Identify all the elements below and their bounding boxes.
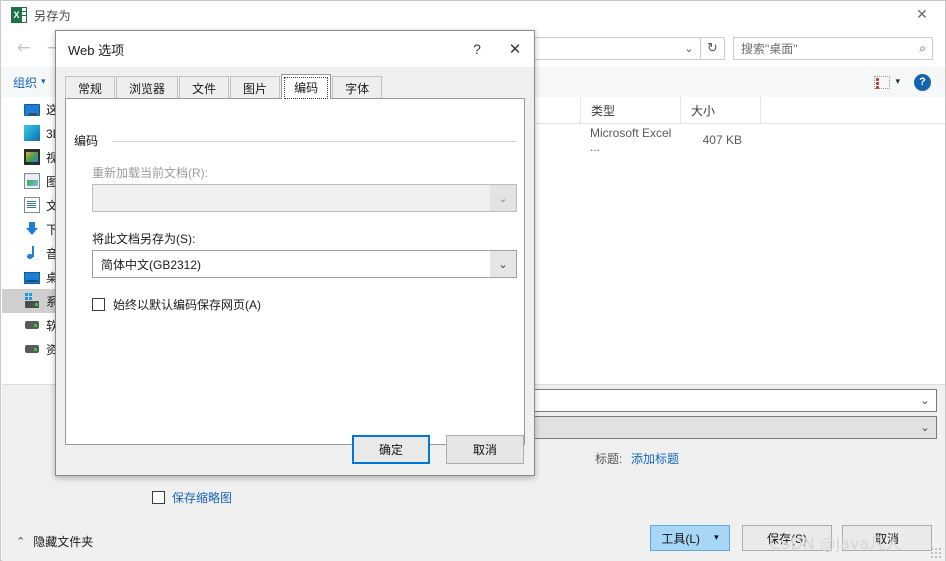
chevron-up-icon: ⌃	[16, 535, 26, 548]
cancel-button[interactable]: 取消	[842, 525, 932, 551]
window-title: 另存为	[34, 8, 71, 23]
film-icon	[24, 149, 40, 165]
dialog-action-bar: ⌃ 隐藏文件夹 工具(L) ▾ 保存(S) 取消	[2, 518, 945, 561]
window-titlebar: X 另存为 ✕	[1, 1, 945, 29]
column-header-type[interactable]: 类型	[580, 97, 680, 123]
tools-button[interactable]: 工具(L) ▾	[650, 525, 730, 551]
encoding-group-title: 编码	[74, 132, 105, 149]
windows-logo-icon	[25, 293, 32, 300]
refresh-icon[interactable]: ↻	[701, 36, 725, 60]
tab-general[interactable]: 常规	[65, 76, 116, 99]
picture-icon	[24, 173, 40, 189]
tab-files[interactable]: 文件	[179, 76, 230, 99]
monitor-icon	[24, 103, 40, 116]
search-icon: ⌕	[919, 40, 926, 55]
organize-label: 组织	[13, 75, 38, 90]
add-title-link[interactable]: 添加标题	[631, 450, 679, 467]
reload-document-label: 重新加载当前文档(R):	[92, 166, 208, 180]
tab-label: 浏览器	[129, 81, 166, 96]
tab-label: 图片	[243, 81, 268, 96]
drive-icon	[24, 317, 40, 333]
reload-document-select: ⌄	[92, 184, 517, 212]
save-thumbnail-label[interactable]: 保存缩略图	[172, 489, 232, 506]
chevron-down-icon[interactable]: ⌄	[914, 421, 936, 434]
save-document-as-label: 将此文档另存为(S):	[92, 232, 196, 246]
save-thumbnail-checkbox[interactable]	[152, 490, 165, 504]
cell-type: Microsoft Excel ...	[590, 126, 672, 154]
dialog-tabstrip: 常规 浏览器 文件 图片 编码 字体	[65, 74, 525, 99]
always-save-default-encoding-row: 始终以默认编码保存网页(A)	[92, 296, 261, 313]
chevron-down-icon: ▾	[41, 77, 46, 87]
help-button[interactable]: ?	[914, 73, 931, 91]
cell-size: 407 KB	[702, 133, 742, 147]
chevron-down-icon[interactable]: ⌄	[914, 394, 936, 407]
save-thumbnail-row: 保存缩略图	[2, 487, 946, 507]
title-label: 标题:	[595, 451, 623, 466]
organize-button[interactable]: 组织 ▾	[13, 74, 46, 91]
tab-label: 字体	[345, 81, 370, 96]
search-placeholder: 搜索"桌面"	[741, 41, 798, 56]
chevron-down-icon: ⌄	[490, 185, 516, 211]
cube-icon	[24, 125, 40, 141]
view-options-button[interactable]: ▾	[874, 75, 900, 89]
music-icon	[24, 245, 40, 261]
column-header-extra[interactable]	[760, 97, 945, 123]
drive-icon	[24, 341, 40, 357]
save-document-as-select[interactable]: 简体中文(GB2312) ⌄	[92, 250, 517, 278]
column-header-size[interactable]: 大小	[680, 97, 760, 123]
dialog-help-icon[interactable]: ?	[458, 31, 496, 67]
window-close-button[interactable]: ✕	[899, 1, 945, 29]
tools-label: 工具(L)	[661, 531, 701, 546]
excel-icon: X	[11, 7, 27, 23]
dialog-title: Web 选项	[68, 42, 125, 58]
dialog-cancel-button[interactable]: 取消	[446, 435, 524, 464]
ok-button[interactable]: 确定	[352, 435, 430, 464]
chevron-down-icon[interactable]: ⌄	[678, 42, 700, 55]
save-document-as-value: 简体中文(GB2312)	[101, 257, 202, 272]
tab-browsers[interactable]: 浏览器	[116, 76, 179, 99]
windows-disk-icon	[24, 293, 40, 309]
tab-pictures[interactable]: 图片	[230, 76, 281, 99]
dialog-buttons: 确定 取消	[352, 435, 524, 464]
chevron-down-icon[interactable]: ⌄	[490, 251, 516, 277]
tab-fonts[interactable]: 字体	[332, 76, 383, 99]
dialog-close-icon[interactable]: ✕	[496, 31, 534, 67]
hide-folders-label: 隐藏文件夹	[33, 535, 94, 549]
encoding-group: 编码 重新加载当前文档(R): ⌄ 将此文档另存为(S): 简体中文(GB231…	[74, 132, 517, 408]
search-input[interactable]: 搜索"桌面" ⌕	[733, 36, 933, 60]
dialog-titlebar: Web 选项 ? ✕	[56, 31, 534, 67]
web-options-dialog: Web 选项 ? ✕ 常规 浏览器 文件 图片 编码 字体 编码 重新加载当前文…	[55, 30, 535, 476]
document-icon	[24, 197, 40, 213]
save-button[interactable]: 保存(S)	[742, 525, 832, 551]
tab-label: 文件	[192, 81, 217, 96]
chevron-down-icon: ▾	[895, 77, 900, 87]
screen: X 另存为 ✕ ← → ⌄ ↻ 搜索"桌面" ⌕ 组织 ▾ ▾ ? 3D 类型 …	[0, 0, 946, 561]
tab-label: 常规	[78, 81, 103, 96]
always-save-default-encoding-label[interactable]: 始终以默认编码保存网页(A)	[113, 296, 261, 313]
chevron-down-icon: ▾	[714, 533, 719, 543]
resize-grip[interactable]	[930, 547, 942, 559]
tab-encoding[interactable]: 编码	[281, 74, 332, 99]
back-icon[interactable]: ←	[9, 33, 39, 63]
download-icon	[24, 221, 40, 237]
group-divider	[112, 141, 517, 142]
focus-ring	[284, 77, 329, 99]
hide-folders-button[interactable]: ⌃ 隐藏文件夹	[16, 533, 93, 550]
desktop-icon	[24, 272, 40, 284]
list-view-icon	[874, 75, 891, 89]
encoding-tab-panel: 编码 重新加载当前文档(R): ⌄ 将此文档另存为(S): 简体中文(GB231…	[65, 98, 525, 445]
always-save-default-encoding-checkbox[interactable]	[92, 298, 105, 311]
